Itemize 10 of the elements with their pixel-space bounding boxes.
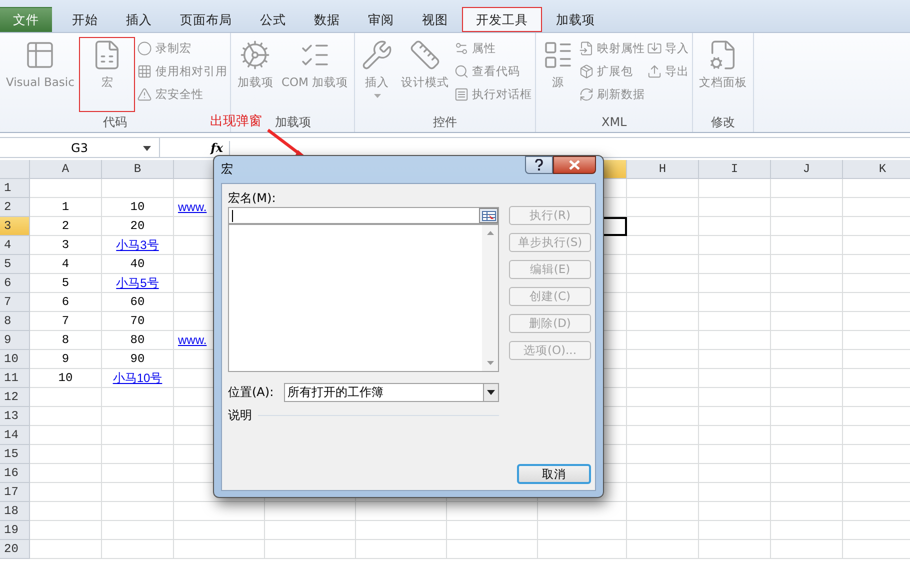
field-label: 位置(A):: [228, 384, 274, 401]
annotation-text: 出现弹窗: [210, 113, 262, 130]
group-label: XML: [601, 115, 627, 129]
group-label: 控件: [433, 114, 458, 130]
group-label: 加载项: [274, 114, 311, 130]
section-label: 说明: [228, 407, 252, 424]
field-label: 宏名(M):: [228, 190, 277, 207]
group-label: 修改: [711, 114, 736, 130]
dialog-title: 宏: [221, 161, 233, 178]
group-label: 代码: [103, 114, 128, 130]
